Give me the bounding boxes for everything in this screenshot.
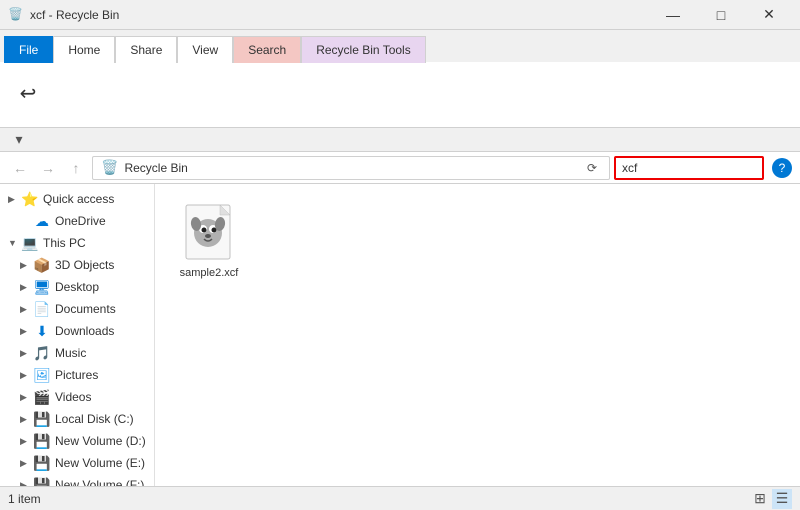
file-area: sample2.xcf bbox=[159, 184, 800, 486]
sidebar-item-documents[interactable]: ▶📄 Documents bbox=[0, 298, 154, 320]
sidebar-item-music[interactable]: ▶🎵 Music bbox=[0, 342, 154, 364]
item-icon: 💾 bbox=[34, 411, 50, 427]
view-grid-button[interactable]: ⊞ bbox=[750, 489, 770, 509]
item-icon: 📦 bbox=[34, 257, 50, 273]
tab-file[interactable]: File bbox=[4, 36, 53, 63]
expand-icon: ▶ bbox=[20, 348, 34, 359]
refresh-icon[interactable]: ⟳ bbox=[583, 161, 601, 175]
expand-icon: ▶ bbox=[20, 370, 34, 381]
minimize-button[interactable]: — bbox=[650, 0, 696, 30]
item-label: Documents bbox=[55, 302, 116, 316]
tab-search[interactable]: Search bbox=[233, 36, 301, 63]
expand-icon: ▶ bbox=[20, 392, 34, 403]
sidebar-item-onedrive[interactable]: ☁ OneDrive bbox=[0, 210, 154, 232]
expand-icon: ▼ bbox=[8, 238, 22, 248]
path-text: Recycle Bin bbox=[124, 161, 583, 175]
tab-home[interactable]: Home bbox=[53, 36, 115, 63]
item-icon: ☁ bbox=[34, 213, 50, 229]
nav-back-button[interactable]: ← bbox=[8, 156, 32, 180]
title-text: xcf - Recycle Bin bbox=[30, 8, 650, 22]
address-path[interactable]: 🗑️ Recycle Bin ⟳ bbox=[92, 156, 610, 180]
view-icons: ⊞ ☰ bbox=[750, 489, 792, 509]
expand-icon: ▶ bbox=[20, 436, 34, 447]
expand-icon: ▶ bbox=[20, 326, 34, 337]
quick-access-dropdown[interactable]: ▾ bbox=[8, 129, 30, 151]
sidebar-item-pictures[interactable]: ▶🖼 Pictures bbox=[0, 364, 154, 386]
item-icon: 🖥 bbox=[34, 279, 50, 295]
item-icon: 🎵 bbox=[34, 345, 50, 361]
sidebar-item-quick-access[interactable]: ▶⭐ Quick access bbox=[0, 188, 154, 210]
window-controls: — □ ✕ bbox=[650, 0, 792, 30]
item-label: New Volume (E:) bbox=[55, 456, 145, 470]
item-icon: 🎬 bbox=[34, 389, 50, 405]
sidebar-item-downloads[interactable]: ▶⬇ Downloads bbox=[0, 320, 154, 342]
file-thumb bbox=[179, 203, 239, 263]
item-label: Music bbox=[55, 346, 86, 360]
tab-view[interactable]: View bbox=[177, 36, 233, 63]
search-input[interactable] bbox=[622, 161, 777, 175]
item-icon: 💾 bbox=[34, 477, 50, 486]
nav-up-button[interactable]: ↑ bbox=[64, 156, 88, 180]
item-icon: 📄 bbox=[34, 301, 50, 317]
sidebar-item-volume-d[interactable]: ▶💾 New Volume (D:) bbox=[0, 430, 154, 452]
view-details-button[interactable]: ☰ bbox=[772, 489, 792, 509]
search-box[interactable]: ✕ bbox=[614, 156, 764, 180]
item-icon: ⬇ bbox=[34, 323, 50, 339]
item-label: Local Disk (C:) bbox=[55, 412, 134, 426]
quick-access-bar: ▾ bbox=[0, 128, 800, 152]
item-label: New Volume (F:) bbox=[55, 478, 144, 486]
item-icon: 💾 bbox=[34, 433, 50, 449]
item-label: This PC bbox=[43, 236, 86, 250]
sidebar: ▶⭐Quick access☁OneDrive▼💻This PC▶📦3D Obj… bbox=[0, 184, 155, 486]
expand-icon: ▶ bbox=[20, 304, 34, 315]
item-label: OneDrive bbox=[55, 214, 106, 228]
item-label: Videos bbox=[55, 390, 91, 404]
address-bar: ← → ↑ 🗑️ Recycle Bin ⟳ ✕ ? bbox=[0, 152, 800, 184]
help-button[interactable]: ? bbox=[772, 158, 792, 178]
sidebar-item-desktop[interactable]: ▶🖥 Desktop bbox=[0, 276, 154, 298]
item-label: New Volume (D:) bbox=[55, 434, 146, 448]
status-item-count: 1 item bbox=[8, 492, 750, 506]
item-icon: 💾 bbox=[34, 455, 50, 471]
expand-icon: ▶ bbox=[20, 480, 34, 487]
back-icon: ↩ bbox=[20, 81, 37, 106]
toolbar-back-button[interactable]: ↩ bbox=[8, 76, 48, 113]
expand-icon: ▶ bbox=[20, 282, 34, 293]
ribbon-toolbar: ↩ bbox=[0, 62, 800, 128]
title-bar: 🗑️ xcf - Recycle Bin — □ ✕ bbox=[0, 0, 800, 30]
status-bar: 1 item ⊞ ☰ bbox=[0, 486, 800, 510]
item-label: 3D Objects bbox=[55, 258, 114, 272]
title-icon: 🗑️ bbox=[8, 7, 24, 23]
item-icon: 💻 bbox=[22, 235, 38, 251]
nav-forward-button[interactable]: → bbox=[36, 156, 60, 180]
file-label: sample2.xcf bbox=[180, 267, 239, 279]
file-item-sample2[interactable]: sample2.xcf bbox=[169, 194, 249, 288]
item-label: Quick access bbox=[43, 192, 114, 206]
sidebar-item-local-c[interactable]: ▶💾 Local Disk (C:) bbox=[0, 408, 154, 430]
close-button[interactable]: ✕ bbox=[746, 0, 792, 30]
sidebar-item-3d-objects[interactable]: ▶📦 3D Objects bbox=[0, 254, 154, 276]
item-icon: ⭐ bbox=[22, 191, 38, 207]
sidebar-item-this-pc[interactable]: ▼💻 This PC bbox=[0, 232, 154, 254]
tab-recycle-bin-tools[interactable]: Recycle Bin Tools bbox=[301, 36, 426, 63]
sidebar-item-volume-e[interactable]: ▶💾 New Volume (E:) bbox=[0, 452, 154, 474]
main-area: ▶⭐Quick access☁OneDrive▼💻This PC▶📦3D Obj… bbox=[0, 184, 800, 486]
path-icon: 🗑️ bbox=[101, 159, 118, 176]
expand-icon: ▶ bbox=[8, 194, 22, 205]
item-label: Downloads bbox=[55, 324, 114, 338]
expand-icon: ▶ bbox=[20, 414, 34, 425]
tab-share[interactable]: Share bbox=[115, 36, 177, 63]
sidebar-item-volume-f[interactable]: ▶💾 New Volume (F:) bbox=[0, 474, 154, 486]
item-label: Pictures bbox=[55, 368, 98, 382]
sidebar-item-videos[interactable]: ▶🎬 Videos bbox=[0, 386, 154, 408]
ribbon-tabs: File Home Share View Search Recycle Bin … bbox=[0, 30, 800, 62]
item-icon: 🖼 bbox=[34, 367, 50, 383]
expand-icon: ▶ bbox=[20, 260, 34, 271]
item-label: Desktop bbox=[55, 280, 99, 294]
maximize-button[interactable]: □ bbox=[698, 0, 744, 30]
expand-icon: ▶ bbox=[20, 458, 34, 469]
file-icon-svg bbox=[181, 203, 237, 263]
